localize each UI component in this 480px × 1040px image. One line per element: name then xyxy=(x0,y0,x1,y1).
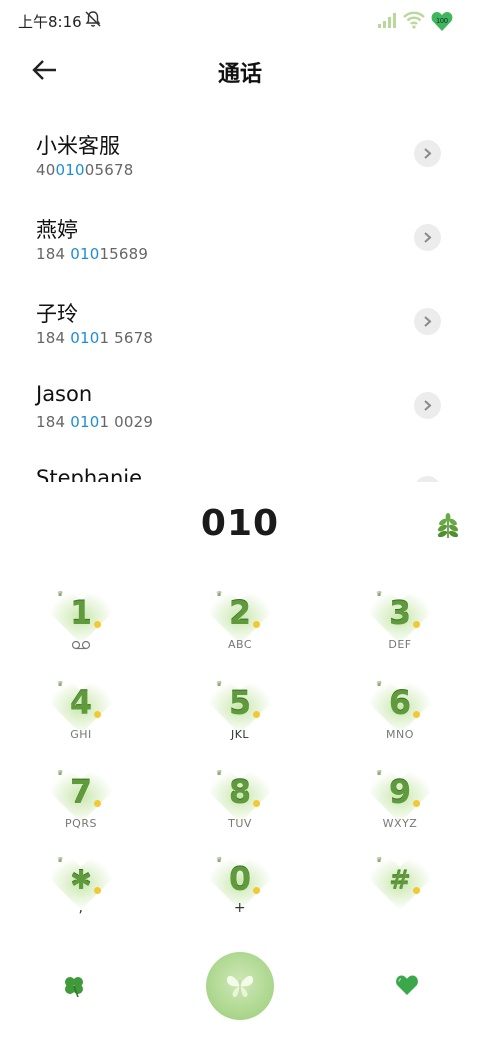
dial-key-digit: 8 xyxy=(228,773,252,811)
page-title: 通话 xyxy=(217,62,262,87)
chevron-right-icon xyxy=(424,232,432,243)
voicemail-icon xyxy=(71,640,91,650)
dial-key-digit: 2 xyxy=(228,594,252,632)
contact-detail-button[interactable] xyxy=(414,224,441,251)
contact-name: Stephanie xyxy=(36,466,143,482)
dial-key-digit: ✱ xyxy=(70,866,92,896)
leaf-icon[interactable] xyxy=(436,513,460,539)
dial-key-letters: ABC xyxy=(227,638,253,651)
contact-suggestion-list[interactable]: 小米客服 4001005678 燕婷 184 01015689 子玲 184 0… xyxy=(0,118,480,482)
signal-icon xyxy=(378,13,396,28)
dial-key-2[interactable]: ♛ 2 ABC xyxy=(192,588,288,668)
dial-key-digit: 1 xyxy=(69,594,93,632)
call-button[interactable] xyxy=(206,952,274,1020)
flower-dot-icon xyxy=(413,621,420,628)
contact-name: 燕婷 xyxy=(36,218,78,242)
flower-dot-icon xyxy=(413,800,420,807)
contact-name: Jason xyxy=(36,382,93,406)
dial-key-9[interactable]: ♛ 9 WXYZ xyxy=(352,767,448,847)
crown-icon: ♛ xyxy=(57,856,64,864)
contact-detail-button[interactable] xyxy=(414,476,441,482)
dial-key-letters: WXYZ xyxy=(382,817,418,830)
wifi-icon xyxy=(403,11,425,29)
chevron-right-icon xyxy=(424,400,432,411)
flower-dot-icon xyxy=(253,800,260,807)
dial-key-digit: 6 xyxy=(388,684,412,722)
contact-number: 184 0101 5678 xyxy=(36,329,154,347)
battery-heart-icon: 100 xyxy=(431,12,453,31)
dialed-number: 010 xyxy=(200,503,280,544)
contact-row[interactable]: Jason 184 0101 0029 xyxy=(0,370,480,454)
contact-row[interactable]: 子玲 184 0101 5678 xyxy=(0,286,480,370)
dial-key-digit: 0 xyxy=(228,860,252,898)
dial-key-letters: , xyxy=(78,900,84,916)
chevron-right-icon xyxy=(424,316,432,327)
dial-key-digit: 9 xyxy=(388,773,412,811)
heart-icon[interactable] xyxy=(395,974,419,996)
dial-key-4[interactable]: ♛ 4 GHI xyxy=(33,678,129,758)
crown-icon: ♛ xyxy=(376,856,383,864)
contact-row[interactable]: Stephanie xyxy=(0,454,480,482)
contact-name: 子玲 xyxy=(36,302,78,326)
dial-key-6[interactable]: ♛ 6 MNO xyxy=(352,678,448,758)
dial-key-5[interactable]: ♛ 5 JKL xyxy=(192,678,288,758)
dial-key-digit: 3 xyxy=(388,594,412,632)
dial-key-digit: 4 xyxy=(69,684,93,722)
flower-dot-icon xyxy=(94,800,101,807)
dial-key-hash[interactable]: ♛ # xyxy=(352,854,448,934)
flower-dot-icon xyxy=(94,887,101,894)
dial-key-letters: + xyxy=(233,900,247,916)
flower-dot-icon xyxy=(253,621,260,628)
chevron-right-icon xyxy=(424,148,432,159)
bell-muted-icon xyxy=(85,11,101,27)
battery-level: 100 xyxy=(436,18,448,25)
match-highlight: 010 xyxy=(70,413,100,431)
dial-key-letters: GHI xyxy=(70,728,92,741)
dial-key-0[interactable]: ♛ 0 + xyxy=(192,854,288,934)
flower-dot-icon xyxy=(253,711,260,718)
contact-row[interactable]: 小米客服 4001005678 xyxy=(0,118,480,202)
flower-dot-icon xyxy=(94,621,101,628)
match-highlight: 010 xyxy=(70,329,100,347)
contact-detail-button[interactable] xyxy=(414,308,441,335)
dial-key-digit: 5 xyxy=(228,684,252,722)
contact-detail-button[interactable] xyxy=(414,140,441,167)
dial-key-letters: MNO xyxy=(386,728,414,741)
dial-key-letters: PQRS xyxy=(65,817,97,830)
dial-key-7[interactable]: ♛ 7 PQRS xyxy=(33,767,129,847)
flower-dot-icon xyxy=(413,711,420,718)
clover-icon[interactable] xyxy=(62,974,86,998)
dial-key-letters: JKL xyxy=(230,728,250,741)
contact-number: 184 01015689 xyxy=(36,245,149,263)
contact-name: 小米客服 xyxy=(36,134,120,158)
contact-row[interactable]: 燕婷 184 01015689 xyxy=(0,202,480,286)
dial-key-letters: TUV xyxy=(228,817,252,830)
butterfly-icon xyxy=(226,975,254,998)
dial-key-8[interactable]: ♛ 8 TUV xyxy=(192,767,288,847)
match-highlight: 010 xyxy=(70,245,100,263)
dial-key-3[interactable]: ♛ 3 DEF xyxy=(352,588,448,668)
status-time: 上午8:16 xyxy=(18,13,82,31)
dial-key-digit: 7 xyxy=(69,773,93,811)
dial-key-digit: # xyxy=(389,866,411,896)
dial-key-1[interactable]: ♛ 1 xyxy=(33,588,129,668)
flower-dot-icon xyxy=(253,887,260,894)
flower-dot-icon xyxy=(413,887,420,894)
dial-key-letters: DEF xyxy=(388,638,412,651)
contact-number: 4001005678 xyxy=(36,161,134,179)
status-bar: 上午8:16 100 xyxy=(0,0,480,42)
match-highlight: 010 xyxy=(55,161,85,179)
contact-detail-button[interactable] xyxy=(414,392,441,419)
contact-number: 184 0101 0029 xyxy=(36,413,154,431)
dial-key-star[interactable]: ♛ ✱ , xyxy=(33,854,129,934)
flower-dot-icon xyxy=(94,711,101,718)
